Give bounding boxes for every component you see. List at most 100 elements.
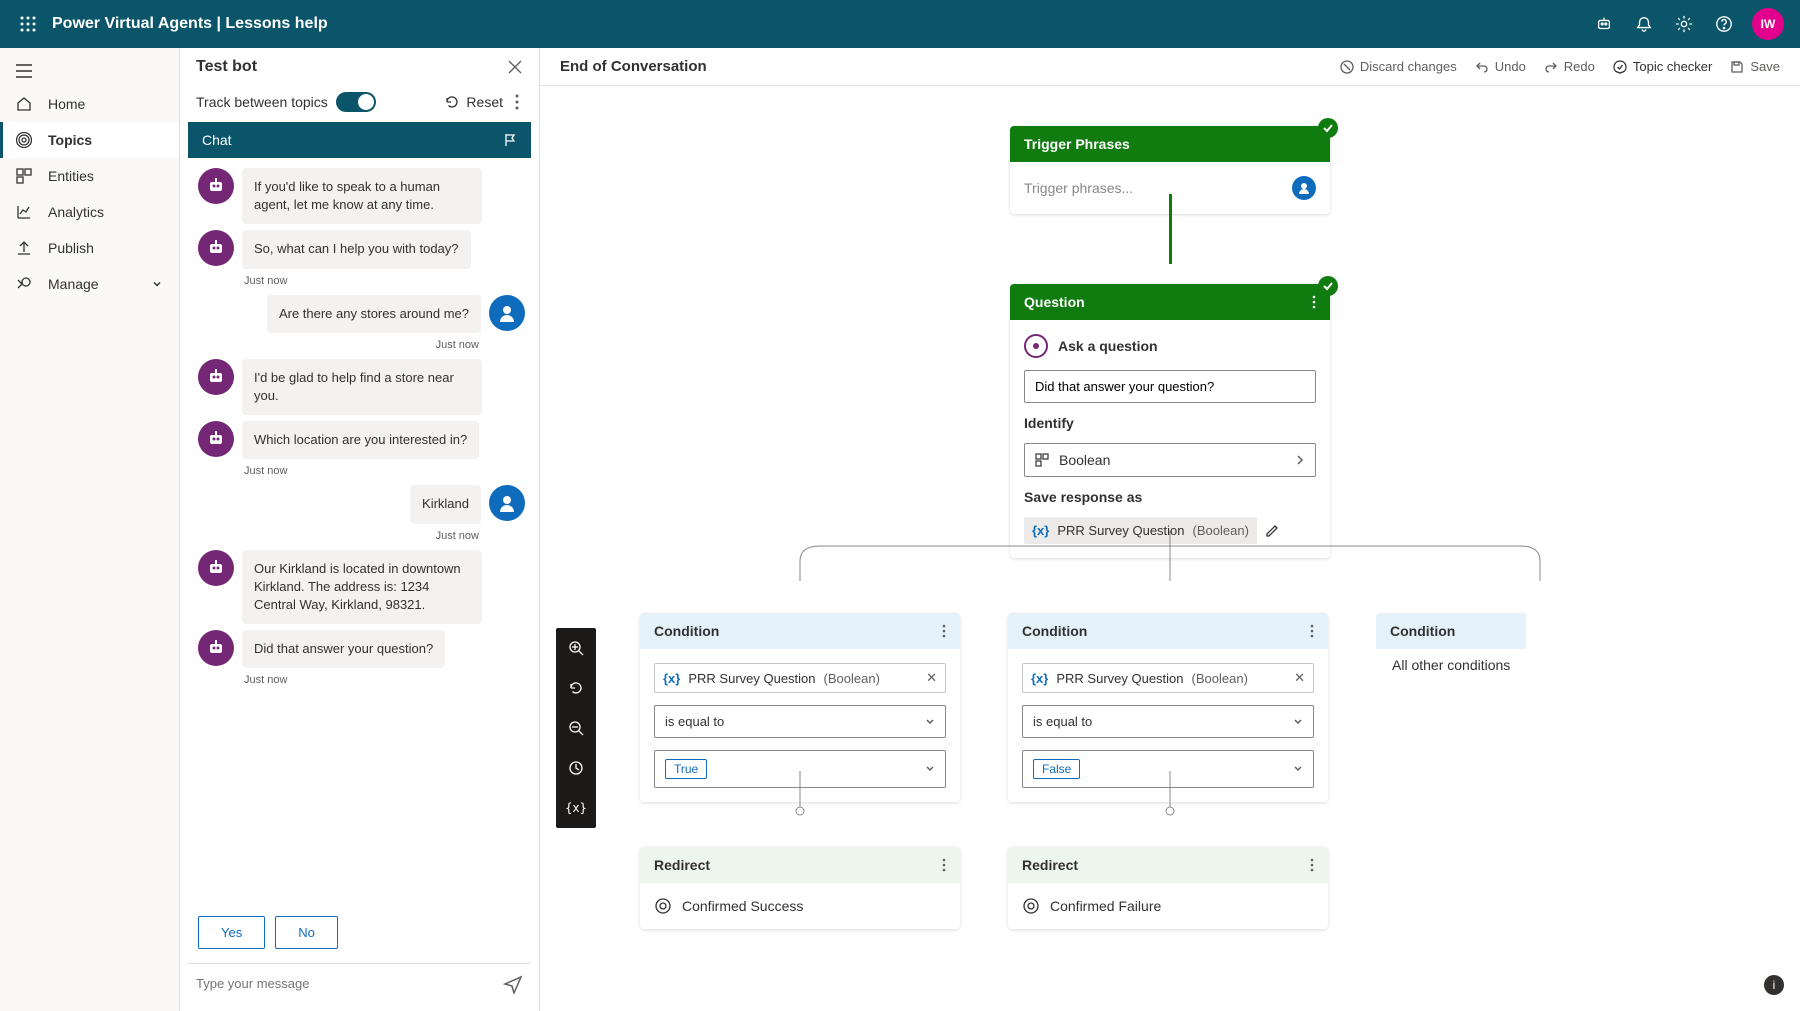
chat-header: Chat (188, 122, 531, 158)
chat-input[interactable] (188, 964, 495, 1003)
close-icon[interactable] (507, 59, 523, 75)
message-bubble: Kirkland (410, 485, 481, 523)
bot-avatar-icon (198, 359, 234, 395)
question-node[interactable]: Question Ask a question Identify (1010, 284, 1330, 558)
minimap-icon[interactable] (556, 748, 596, 788)
undo-button[interactable]: Undo (1475, 59, 1526, 74)
send-icon[interactable] (495, 966, 531, 1002)
entities-icon (1035, 453, 1049, 467)
app-launcher-icon[interactable] (8, 4, 48, 44)
zoom-out-icon[interactable] (556, 708, 596, 748)
canvas-surface[interactable]: Trigger Phrases Trigger phrases... (540, 86, 1800, 1011)
zoom-toolbar: {x} (556, 628, 596, 828)
nav-label: Publish (48, 240, 94, 256)
save-button[interactable]: Save (1730, 59, 1780, 74)
chevron-down-icon (925, 717, 935, 727)
redirect-target-label: Confirmed Success (682, 898, 803, 914)
choice-no-button[interactable]: No (275, 916, 338, 949)
close-icon[interactable]: ✕ (926, 670, 937, 686)
topics-icon (16, 132, 32, 148)
info-icon[interactable]: i (1764, 975, 1784, 995)
operator-select[interactable]: is equal to (654, 705, 946, 738)
more-icon[interactable] (942, 858, 946, 872)
redirect-failure-node[interactable]: Redirect Confirmed Failure (1008, 847, 1328, 929)
nav-entities[interactable]: Entities (0, 158, 179, 194)
variables-icon[interactable]: {x} (556, 788, 596, 828)
check-badge-icon (1318, 276, 1338, 296)
nav-label: Topics (48, 132, 92, 148)
app-title: Power Virtual Agents | Lessons help (52, 15, 328, 33)
help-icon[interactable] (1704, 4, 1744, 44)
discard-button[interactable]: Discard changes (1340, 59, 1457, 74)
more-icon[interactable] (1310, 858, 1314, 872)
identify-label: Identify (1024, 415, 1316, 431)
save-response-label: Save response as (1024, 489, 1316, 505)
chevron-down-icon (151, 278, 163, 290)
settings-icon[interactable] (1664, 4, 1704, 44)
node-header: Redirect (640, 847, 960, 883)
topic-checker-button[interactable]: Topic checker (1613, 59, 1712, 74)
nav-label: Home (48, 96, 85, 112)
identify-select[interactable]: Boolean (1024, 443, 1316, 477)
bot-message: I'd be glad to help find a store near yo… (198, 359, 525, 415)
question-prompt-input[interactable] (1024, 370, 1316, 403)
bot-icon[interactable] (1584, 4, 1624, 44)
more-icon[interactable] (511, 94, 523, 110)
more-icon[interactable] (1312, 295, 1316, 309)
message-bubble: Our Kirkland is located in downtown Kirk… (242, 550, 482, 625)
nav-label: Entities (48, 168, 94, 184)
hamburger-icon[interactable] (0, 56, 179, 86)
home-icon (16, 96, 32, 112)
operator-select[interactable]: is equal to (1022, 705, 1314, 738)
nav-topics[interactable]: Topics (0, 122, 179, 158)
zoom-in-icon[interactable] (556, 628, 596, 668)
more-icon[interactable] (942, 624, 946, 638)
node-header: Trigger Phrases (1010, 126, 1330, 162)
bot-avatar-icon (198, 421, 234, 457)
message-bubble: Are there any stores around me? (267, 295, 481, 333)
redirect-icon (654, 897, 672, 915)
notifications-icon[interactable] (1624, 4, 1664, 44)
user-icon (1292, 176, 1316, 200)
bot-message: Which location are you interested in? (198, 421, 525, 459)
node-header: Condition (640, 613, 960, 649)
redirect-target-label: Confirmed Failure (1050, 898, 1161, 914)
message-bubble: I'd be glad to help find a store near yo… (242, 359, 482, 415)
variable-icon: {x} (663, 671, 680, 686)
bot-avatar-icon (198, 550, 234, 586)
trigger-placeholder[interactable]: Trigger phrases... (1024, 180, 1133, 196)
node-header: Question (1010, 284, 1330, 320)
manage-icon (16, 276, 32, 292)
zoom-reset-icon[interactable] (556, 668, 596, 708)
message-bubble: If you'd like to speak to a human agent,… (242, 168, 482, 224)
more-icon[interactable] (1310, 624, 1314, 638)
analytics-icon (16, 204, 32, 220)
variable-pill[interactable]: {x}PRR Survey Question(Boolean) ✕ (1022, 663, 1314, 693)
nav-label: Manage (48, 276, 99, 292)
reset-button[interactable]: Reset (444, 94, 503, 110)
chat-body[interactable]: If you'd like to speak to a human agent,… (188, 158, 531, 910)
choice-yes-button[interactable]: Yes (198, 916, 265, 949)
nav-manage[interactable]: Manage (0, 266, 179, 302)
user-avatar[interactable]: IW (1752, 8, 1784, 40)
user-message: Are there any stores around me? (198, 295, 525, 333)
message-bubble: Did that answer your question? (242, 630, 445, 668)
nav-publish[interactable]: Publish (0, 230, 179, 266)
close-icon[interactable]: ✕ (1294, 670, 1305, 686)
redo-button[interactable]: Redo (1544, 59, 1595, 74)
user-avatar-icon (489, 485, 525, 521)
bot-message: Did that answer your question? (198, 630, 525, 668)
bot-message: So, what can I help you with today? (198, 230, 525, 268)
bot-message: If you'd like to speak to a human agent,… (198, 168, 525, 224)
flag-icon[interactable] (503, 133, 517, 147)
left-nav: Home Topics Entities Analytics Publish M… (0, 48, 180, 1011)
nav-home[interactable]: Home (0, 86, 179, 122)
test-bot-pane: Test bot Track between topics Reset Chat… (180, 48, 540, 1011)
track-toggle[interactable] (336, 92, 376, 112)
node-header: Redirect (1008, 847, 1328, 883)
variable-pill[interactable]: {x}PRR Survey Question(Boolean) ✕ (654, 663, 946, 693)
topic-title: End of Conversation (560, 58, 707, 75)
check-badge-icon (1318, 118, 1338, 138)
nav-analytics[interactable]: Analytics (0, 194, 179, 230)
redirect-success-node[interactable]: Redirect Confirmed Success (640, 847, 960, 929)
